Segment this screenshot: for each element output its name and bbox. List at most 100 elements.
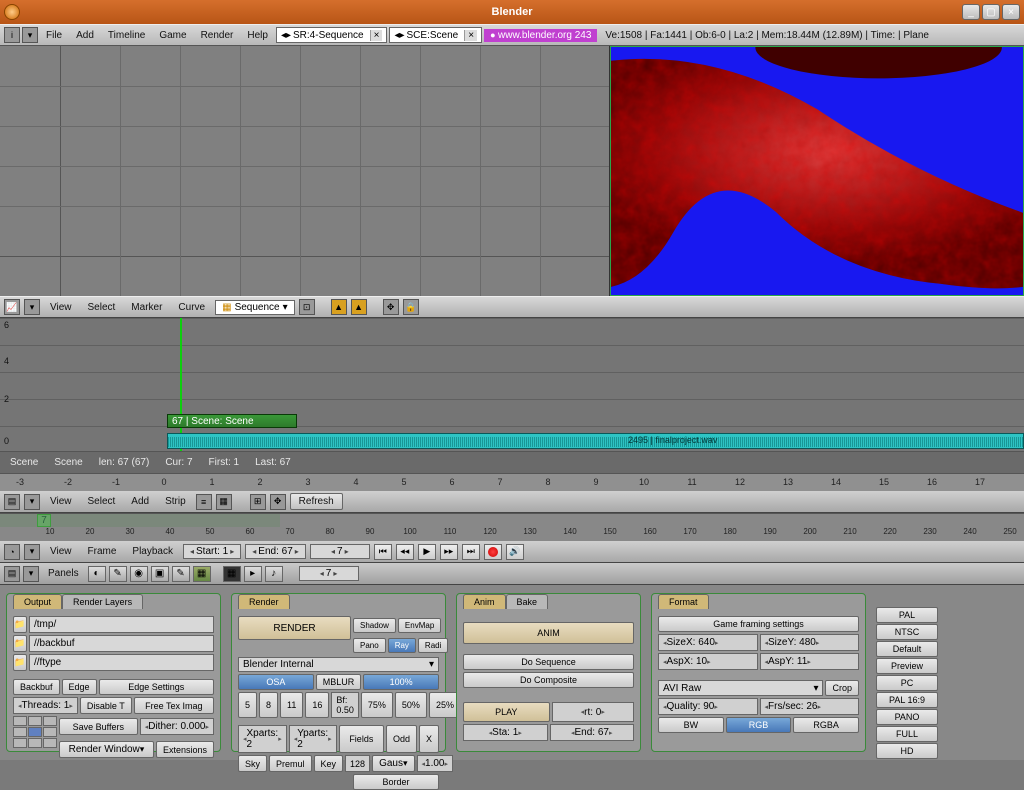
pano-button[interactable]: Pano (353, 638, 386, 653)
output-path-field[interactable]: /tmp/ (29, 616, 214, 633)
ipo-view[interactable]: View (44, 302, 78, 313)
sound-icon[interactable]: 🔊 (506, 544, 524, 560)
timeline-menu-toggle[interactable]: ▾ (24, 544, 40, 560)
ftype-path-field[interactable]: //ftype (29, 654, 214, 671)
start-frame-field[interactable]: ◂Start: 1▸ (183, 544, 241, 559)
context-object-icon[interactable]: ▣ (151, 566, 169, 582)
sky-button[interactable]: Sky (238, 755, 267, 772)
play-icon[interactable]: ▶ (418, 544, 436, 560)
osa5[interactable]: 5 (238, 692, 257, 718)
render-engine-selector[interactable]: Blender Internal▾ (238, 657, 439, 672)
seq-mode-b[interactable]: ▦ (216, 494, 232, 510)
jump-end-icon[interactable]: ⏭ (462, 544, 480, 560)
preset-hd[interactable]: HD (876, 743, 938, 759)
extensions-button[interactable]: Extensions (156, 741, 214, 758)
end-field[interactable]: ◂End: 67▸ (550, 724, 635, 741)
blender-link[interactable]: ● www.blender.org 243 (484, 29, 597, 42)
scene-close-icon[interactable]: × (464, 30, 477, 41)
preset-pc[interactable]: PC (876, 675, 938, 691)
sequence-editor[interactable]: 6 4 2 0 67 | Scene: Scene 2495 | finalpr… (0, 318, 1024, 473)
menu-file[interactable]: File (40, 29, 68, 42)
ray-button[interactable]: Ray (388, 638, 416, 653)
sta-field[interactable]: ◂Sta: 1▸ (463, 724, 548, 741)
seq-add[interactable]: Add (125, 496, 155, 507)
ipo-select[interactable]: Select (82, 302, 122, 313)
buttons-panels[interactable]: Panels (42, 568, 85, 579)
border-button[interactable]: Border (353, 774, 439, 790)
buttons-icon[interactable]: ▤ (4, 566, 20, 582)
dither-field[interactable]: ◂Dither: 0.000▸ (140, 718, 214, 735)
do-sequence-button[interactable]: Do Sequence (463, 654, 634, 670)
radi-button[interactable]: Radi (418, 638, 448, 653)
ipo-marker[interactable]: Marker (125, 302, 168, 313)
buttons-frame-field[interactable]: ◂7▸ (299, 566, 359, 581)
menu-toggle-icon[interactable]: ▾ (22, 27, 38, 43)
rt-field[interactable]: ◂rt: 0▸ (552, 702, 635, 722)
current-frame-field[interactable]: ◂7▸ (310, 544, 370, 559)
playhead[interactable] (180, 318, 182, 473)
premul-button[interactable]: Premul (269, 755, 312, 772)
subcontext-render-icon[interactable]: ▦ (223, 566, 241, 582)
preset-default[interactable]: Default (876, 641, 938, 657)
context-shading-icon[interactable]: ◉ (130, 566, 148, 582)
preset-full[interactable]: FULL (876, 726, 938, 742)
minimize-button[interactable]: _ (962, 4, 980, 20)
ipo-editor[interactable] (0, 46, 610, 296)
seq-view[interactable]: View (44, 496, 78, 507)
osa8[interactable]: 8 (259, 692, 278, 718)
prev-key-icon[interactable]: ◂◂ (396, 544, 414, 560)
crop-button[interactable]: Crop (825, 680, 859, 696)
seq-strip[interactable]: Strip (159, 496, 192, 507)
key-icon-a[interactable]: ▲ (331, 299, 347, 315)
screen-close-icon[interactable]: × (370, 30, 383, 41)
anim-tab[interactable]: Anim (463, 594, 506, 609)
threads-field[interactable]: ◂Threads: 1▸ (13, 697, 78, 714)
shadow-button[interactable]: Shadow (353, 618, 396, 633)
time-frame[interactable]: Frame (82, 546, 123, 557)
preset-pal169[interactable]: PAL 16:9 (876, 692, 938, 708)
preset-preview[interactable]: Preview (876, 658, 938, 674)
filter-size-field[interactable]: ◂1.00▸ (417, 755, 454, 772)
render-display-swatch[interactable] (13, 716, 57, 760)
seq-snap-a[interactable]: ⊞ (250, 494, 266, 510)
quality-field[interactable]: ◂Quality: 90▸ (658, 698, 758, 715)
pct50[interactable]: 50% (395, 692, 427, 718)
seq-snap-b[interactable]: ✥ (270, 494, 286, 510)
menu-help[interactable]: Help (241, 29, 274, 42)
anim-button[interactable]: ANIM (463, 622, 634, 644)
maximize-button[interactable]: ▢ (982, 4, 1000, 20)
render-layers-tab[interactable]: Render Layers (62, 594, 143, 609)
edge-settings-button[interactable]: Edge Settings (99, 679, 214, 695)
free-tex-button[interactable]: Free Tex Imag (134, 697, 214, 714)
do-composite-button[interactable]: Do Composite (463, 672, 634, 688)
backbuf-button[interactable]: Backbuf (13, 679, 60, 695)
info-icon[interactable]: i (4, 27, 20, 43)
lock-icon[interactable]: 🔒 (403, 299, 419, 315)
ipo-editor-icon[interactable]: 📈 (4, 299, 20, 315)
end-frame-field[interactable]: ◂End: 67▸ (245, 544, 306, 559)
scene-strip[interactable]: 67 | Scene: Scene (167, 414, 297, 428)
ipo-menu-toggle[interactable]: ▾ (24, 299, 40, 315)
context-logic-icon[interactable]: ◐ (88, 566, 106, 582)
game-framing-button[interactable]: Game framing settings (658, 616, 859, 632)
next-key-icon[interactable]: ▸▸ (440, 544, 458, 560)
preset-pano[interactable]: PANO (876, 709, 938, 725)
osa-button[interactable]: OSA (238, 674, 314, 690)
backbuf-path-field[interactable]: //backbuf (29, 635, 214, 652)
subcontext-anim-icon[interactable]: ▸ (244, 566, 262, 582)
record-icon[interactable] (484, 544, 502, 560)
time-playback[interactable]: Playback (126, 546, 179, 557)
fps-field[interactable]: ◂Frs/sec: 26▸ (760, 698, 860, 715)
menu-render[interactable]: Render (195, 29, 240, 42)
bake-tab[interactable]: Bake (506, 594, 549, 609)
yparts-field[interactable]: ◂Yparts: 2▸ (289, 725, 337, 753)
render-window-button[interactable]: Render Window▾ (59, 741, 154, 758)
preset-pal[interactable]: PAL (876, 607, 938, 623)
folder-icon[interactable]: 📁 (13, 616, 27, 633)
edge-button[interactable]: Edge (62, 679, 97, 695)
aspy-field[interactable]: ◂AspY: 11▸ (760, 653, 860, 670)
mblur-button[interactable]: MBLUR (316, 674, 362, 690)
ipo-curve[interactable]: Curve (172, 302, 211, 313)
rgb-button[interactable]: RGB (726, 717, 792, 733)
context-editing-icon[interactable]: ✎ (172, 566, 190, 582)
